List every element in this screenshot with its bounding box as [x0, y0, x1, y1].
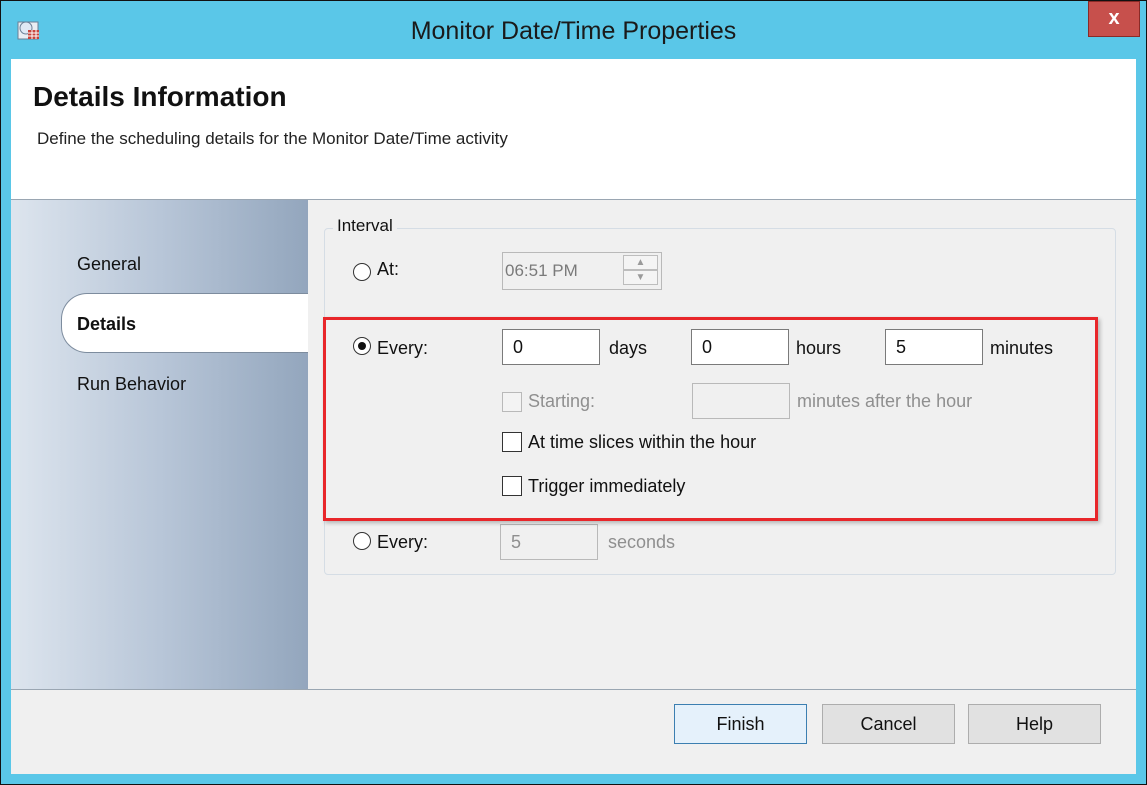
page-title: Details Information	[33, 81, 287, 112]
interval-legend: Interval	[333, 216, 397, 236]
header-panel: Details Information Define the schedulin…	[11, 59, 1136, 200]
window-title: Monitor Date/Time Properties	[410, 17, 737, 45]
finish-button[interactable]: Finish	[674, 704, 807, 744]
cancel-button[interactable]: Cancel	[822, 704, 955, 744]
highlight-annotation	[323, 317, 1098, 521]
sidebar-item-details[interactable]: Details	[77, 314, 136, 335]
seconds-unit: seconds	[608, 532, 676, 552]
close-button[interactable]: x	[1088, 1, 1140, 37]
sidebar-item-general[interactable]: General	[77, 254, 141, 275]
spin-up-icon[interactable]: ▲	[623, 255, 658, 270]
spin-down-icon[interactable]: ▼	[623, 270, 658, 285]
seconds-input[interactable]: 5	[500, 524, 598, 560]
properties-dialog: Monitor Date/Time Properties x Details I…	[0, 0, 1147, 785]
every-seconds-radio[interactable]	[353, 532, 371, 550]
page-subtitle: Define the scheduling details for the Mo…	[37, 129, 508, 148]
close-icon: x	[1108, 7, 1120, 29]
at-label: At:	[377, 259, 400, 279]
time-value: 06:51 PM	[505, 261, 578, 280]
every-seconds-label: Every:	[377, 532, 429, 552]
sidebar	[11, 200, 308, 689]
title-bar[interactable]: Monitor Date/Time Properties x	[1, 1, 1146, 59]
sidebar-item-run-behavior[interactable]: Run Behavior	[77, 374, 186, 395]
time-spinner[interactable]: ▲ ▼	[623, 255, 658, 285]
help-button[interactable]: Help	[968, 704, 1101, 744]
at-radio[interactable]	[353, 263, 371, 281]
